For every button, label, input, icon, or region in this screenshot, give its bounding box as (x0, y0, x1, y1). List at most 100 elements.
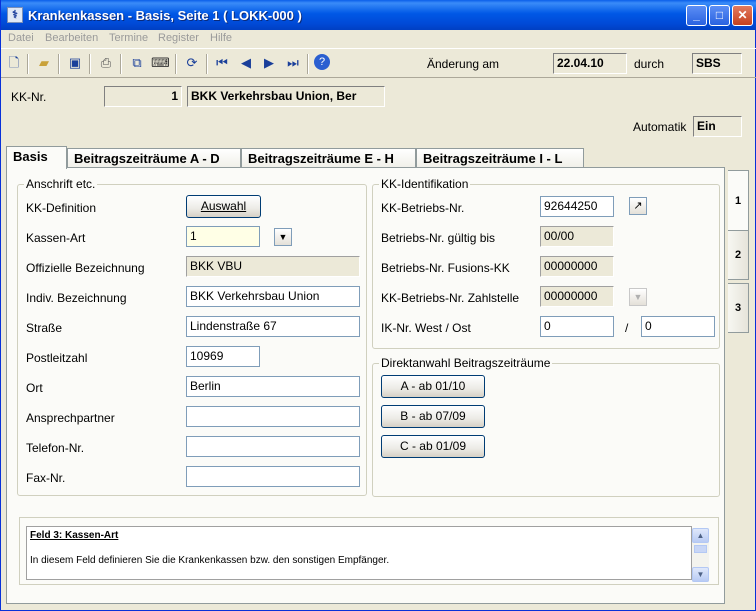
zahlstelle-field: 00000000 (540, 286, 614, 307)
toolbar-separator (27, 54, 29, 74)
ik-nr-west-field[interactable]: 0 (540, 316, 614, 337)
tab-beitragszeitraeume-a-d[interactable]: Beitragszeiträume A - D (67, 148, 241, 168)
application-window: ⚕ Krankenkassen - Basis, Seite 1 ( LOKK-… (0, 0, 756, 611)
window-title: Krankenkassen - Basis, Seite 1 ( LOKK-00… (28, 8, 302, 23)
scroll-thumb[interactable] (694, 545, 707, 553)
betriebs-nr-jump-button[interactable]: ↗ (629, 197, 647, 215)
tab-basis[interactable]: Basis (6, 146, 67, 169)
toolbar-separator (89, 54, 91, 74)
anschrift-group-title: Anschrift etc. (24, 177, 98, 191)
save-icon[interactable]: ▣ (66, 54, 84, 72)
aenderung-label: Änderung am (427, 57, 500, 71)
field-help-box: Feld 3: Kassen-Art In diesem Feld defini… (19, 517, 719, 585)
first-record-icon[interactable]: ⏮ (213, 54, 231, 72)
betriebs-nr-field[interactable]: 92644250 (540, 196, 614, 217)
automatik-field: Ein (693, 116, 742, 137)
kassen-art-label: Kassen-Art (26, 231, 86, 245)
telefon-field[interactable] (186, 436, 360, 457)
copy-icon[interactable]: ⧉ (128, 54, 146, 72)
help-title: Feld 3: Kassen-Art (30, 530, 119, 541)
menu-hilfe[interactable]: Hilfe (210, 32, 232, 44)
toolbar-separator (307, 54, 309, 74)
menu-bar: Datei Bearbeiten Termine Register Hilfe (1, 30, 756, 47)
postleitzahl-field[interactable]: 10969 (186, 346, 260, 367)
open-folder-icon[interactable]: ▰ (35, 54, 53, 72)
strasse-label: Straße (26, 321, 63, 335)
arrow-up-right-icon: ↗ (633, 200, 643, 212)
page-tab-3[interactable]: 3 (728, 283, 749, 333)
fax-label: Fax-Nr. (26, 471, 66, 485)
aenderung-date-field: 22.04.10 (553, 53, 627, 74)
kassen-art-field[interactable]: 1 (186, 226, 260, 247)
page-tab-2[interactable]: 2 (728, 230, 749, 280)
telefon-label: Telefon-Nr. (26, 441, 85, 455)
gueltig-bis-field: 00/00 (540, 226, 614, 247)
toolbar-separator (206, 54, 208, 74)
title-bar[interactable]: ⚕ Krankenkassen - Basis, Seite 1 ( LOKK-… (1, 0, 756, 30)
menu-datei[interactable]: Datei (8, 32, 34, 44)
help-icon[interactable]: ? (314, 54, 330, 70)
kk-identifikation-group-title: KK-Identifikation (379, 177, 471, 191)
zeitraum-c-button[interactable]: C - ab 01/09 (381, 435, 485, 458)
last-record-icon[interactable]: ⏭ (284, 54, 302, 72)
zahlstelle-dropdown-button[interactable]: ▼ (629, 288, 647, 306)
chevron-down-icon: ▼ (633, 292, 643, 302)
betriebs-nr-label: KK-Betriebs-Nr. (381, 201, 465, 215)
minimize-button[interactable]: _ (686, 5, 707, 26)
ik-nr-ost-field[interactable]: 0 (641, 316, 715, 337)
ansprechpartner-field[interactable] (186, 406, 360, 427)
scroll-up-button[interactable]: ▲ (692, 528, 709, 543)
chevron-down-icon: ▼ (278, 232, 288, 242)
offizielle-bezeichnung-label: Offizielle Bezeichnung (26, 261, 145, 275)
durch-label: durch (634, 57, 665, 71)
indiv-bezeichnung-label: Indiv. Bezeichnung (26, 291, 127, 305)
offizielle-bezeichnung-field: BKK VBU (186, 256, 360, 277)
toolbar: 🗋 ▰ ▣ ⎙ ⧉ ⌨ ⟳ ⏮ ◀ ▶ ⏭ ? Änderung am 22.0… (1, 48, 756, 78)
tab-beitragszeitraeume-e-h[interactable]: Beitragszeiträume E - H (241, 148, 416, 168)
durch-user-field: SBS (692, 53, 742, 74)
strasse-field[interactable]: Lindenstraße 67 (186, 316, 360, 337)
ik-nr-separator: / (625, 321, 629, 335)
print-icon[interactable]: ⎙ (97, 54, 115, 72)
gueltig-bis-label: Betriebs-Nr. gültig bis (381, 231, 496, 245)
zeitraum-b-button[interactable]: B - ab 07/09 (381, 405, 485, 428)
keyboard-icon[interactable]: ⌨ (151, 54, 170, 72)
automatik-label: Automatik (633, 120, 687, 134)
close-button[interactable]: ✕ (732, 5, 753, 26)
toolbar-separator (58, 54, 60, 74)
kk-name-field: BKK Verkehrsbau Union, Ber (187, 86, 385, 107)
toolbar-separator (175, 54, 177, 74)
new-document-icon[interactable]: 🗋 (5, 54, 23, 72)
help-scrollbar[interactable]: ▲ ▼ (692, 528, 709, 582)
menu-register[interactable]: Register (158, 32, 199, 44)
fusions-kk-label: Betriebs-Nr. Fusions-KK (381, 261, 510, 275)
chevron-up-icon: ▲ (696, 531, 705, 540)
indiv-bezeichnung-field[interactable]: BKK Verkehrsbau Union (186, 286, 360, 307)
zeitraum-a-button[interactable]: A - ab 01/10 (381, 375, 485, 398)
ansprechpartner-label: Ansprechpartner (26, 411, 115, 425)
auswahl-button-label: Auswahl (200, 199, 247, 213)
ik-nr-label: IK-Nr. West / Ost (381, 321, 471, 335)
maximize-button[interactable]: □ (709, 5, 730, 26)
fax-field[interactable] (186, 466, 360, 487)
kk-definition-label: KK-Definition (26, 201, 97, 215)
app-icon[interactable]: ⚕ (7, 7, 23, 23)
menu-bearbeiten[interactable]: Bearbeiten (45, 32, 98, 44)
ort-field[interactable]: Berlin (186, 376, 360, 397)
toolbar-separator (120, 54, 122, 74)
next-record-icon[interactable]: ▶ (260, 54, 278, 72)
fusions-kk-field: 00000000 (540, 256, 614, 277)
postleitzahl-label: Postleitzahl (26, 351, 88, 365)
kknr-label: KK-Nr. (11, 90, 47, 104)
direktanwahl-group-title: Direktanwahl Beitragszeiträume (379, 356, 553, 370)
menu-termine[interactable]: Termine (109, 32, 148, 44)
auswahl-button[interactable]: Auswahl (186, 195, 261, 218)
kassen-art-dropdown-button[interactable]: ▼ (274, 228, 292, 246)
refresh-icon[interactable]: ⟳ (183, 54, 201, 72)
tab-beitragszeitraeume-i-l[interactable]: Beitragszeiträume I - L (416, 148, 584, 168)
scroll-down-button[interactable]: ▼ (692, 567, 709, 582)
tab-bar: Basis Beitragszeiträume A - D Beitragsze… (1, 146, 756, 169)
kknr-field: 1 (104, 86, 182, 107)
field-help-text-area[interactable]: Feld 3: Kassen-Art In diesem Feld defini… (26, 526, 692, 580)
previous-record-icon[interactable]: ◀ (237, 54, 255, 72)
